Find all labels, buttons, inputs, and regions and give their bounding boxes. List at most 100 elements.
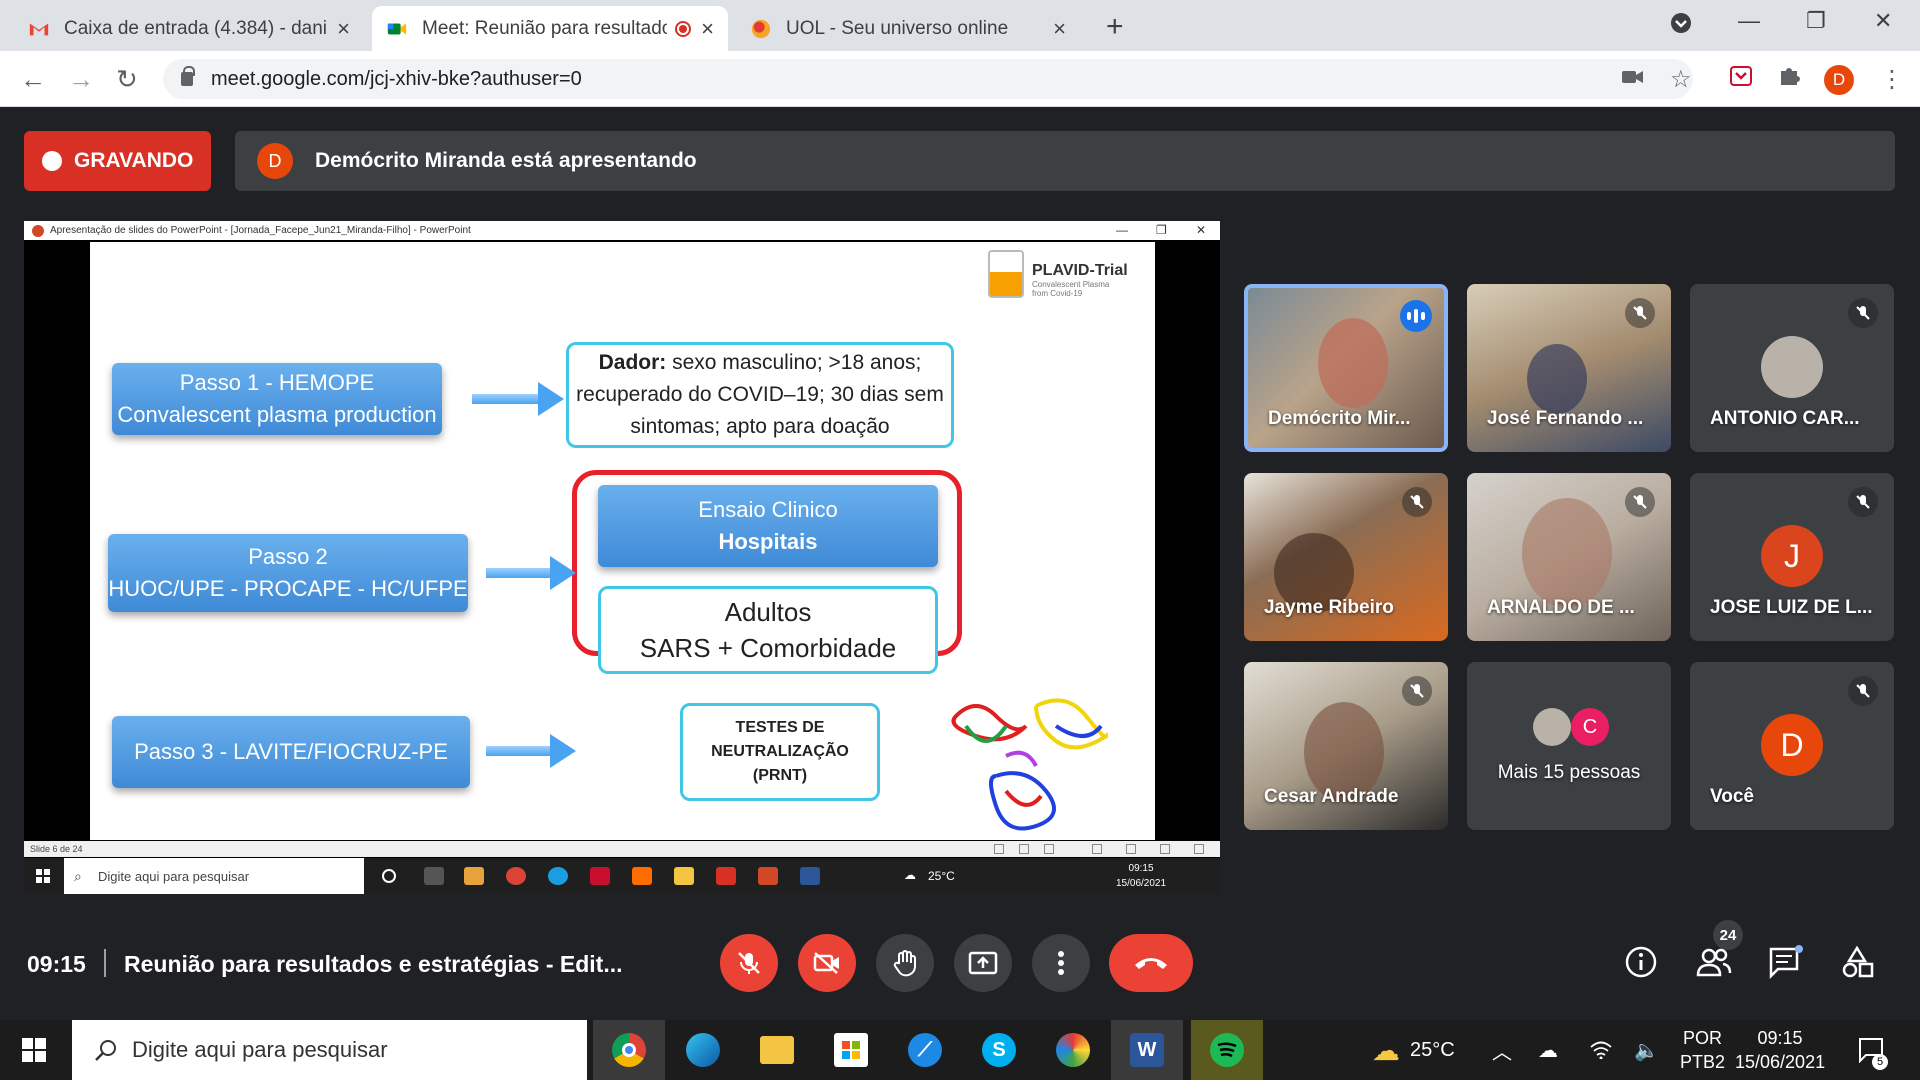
leave-call-button[interactable] — [1109, 934, 1193, 992]
weather-icon: ☁ — [1372, 1034, 1400, 1066]
taskbar-spotify[interactable] — [1191, 1020, 1263, 1080]
close-tab-icon[interactable]: × — [701, 16, 714, 42]
extension-pocket-icon[interactable] — [1730, 65, 1752, 94]
back-icon[interactable]: ← — [20, 64, 46, 95]
taskbar-store[interactable] — [815, 1020, 887, 1080]
donor-text-3: sintomas; apto para doação — [630, 415, 890, 438]
taskbar-edge[interactable] — [667, 1020, 739, 1080]
camera-in-use-icon[interactable] — [1622, 65, 1644, 93]
recording-button[interactable]: GRAVANDO — [24, 131, 211, 191]
participant-tile[interactable]: José Fernando ... — [1467, 284, 1671, 452]
new-tab-button[interactable]: + — [1106, 10, 1124, 44]
participant-name: ARNALDO DE ... — [1487, 597, 1635, 618]
camera-off-icon — [813, 952, 839, 974]
recording-label: GRAVANDO — [74, 149, 194, 172]
taskbar-skype[interactable]: S — [963, 1020, 1035, 1080]
participant-tile[interactable]: ARNALDO DE ... — [1467, 473, 1671, 641]
taskbar-file-explorer[interactable] — [741, 1020, 813, 1080]
activities-icon[interactable] — [1840, 945, 1874, 984]
meeting-title[interactable]: Reunião para resultados e estratégias - … — [124, 951, 623, 978]
powerpoint-icon — [758, 867, 778, 885]
meeting-clock: 09:15 — [27, 951, 86, 977]
profile-avatar[interactable]: D — [1824, 65, 1854, 95]
participant-video — [1522, 498, 1612, 608]
powerpoint-icon — [32, 225, 44, 237]
extensions-puzzle-icon[interactable] — [1778, 65, 1800, 94]
minimize-icon[interactable]: — — [1738, 8, 1760, 34]
close-window-icon[interactable]: ✕ — [1874, 8, 1892, 34]
wifi-icon[interactable] — [1590, 1020, 1612, 1080]
app-icon — [632, 867, 652, 885]
taskbar-word[interactable]: W — [1111, 1020, 1183, 1080]
more-options-button[interactable] — [1032, 934, 1090, 992]
bookmark-star-icon[interactable]: ☆ — [1670, 65, 1692, 94]
onedrive-icon[interactable]: ☁ — [1538, 1020, 1558, 1080]
restore-icon[interactable]: ❐ — [1806, 8, 1826, 34]
tab-search-icon[interactable] — [1670, 12, 1692, 40]
present-button[interactable] — [954, 934, 1012, 992]
more-participants-tile[interactable]: C Mais 15 pessoas — [1467, 662, 1671, 830]
windows-start-icon[interactable] — [22, 1038, 46, 1062]
participant-tile[interactable]: Cesar Andrade — [1244, 662, 1448, 830]
shield-icon — [590, 867, 610, 885]
tab-title: UOL - Seu universo online — [786, 17, 1009, 39]
participant-tile[interactable]: Demócrito Mir... — [1244, 284, 1448, 452]
shared-clock: 09:15 15/06/2021 — [1116, 861, 1166, 891]
self-tile[interactable]: D Você — [1690, 662, 1894, 830]
mic-off-icon — [1848, 487, 1878, 517]
taskbar-clock[interactable]: 09:15 15/06/2021 — [1735, 1026, 1825, 1074]
camera-button[interactable] — [798, 934, 856, 992]
search-icon — [95, 1040, 116, 1061]
people-icon[interactable] — [1696, 945, 1732, 984]
mic-off-icon — [1625, 298, 1655, 328]
view-button-icon — [1194, 844, 1204, 854]
logo-subtitle-1: Convalescent Plasma — [1032, 280, 1110, 289]
taskbar-search-box[interactable]: Digite aqui para pesquisar — [72, 1020, 587, 1080]
chrome-menu-icon[interactable]: ⋮ — [1880, 65, 1904, 94]
participant-avatar — [1533, 708, 1571, 746]
step1-line1: Passo 1 - HEMOPE — [179, 370, 375, 395]
tab-meet[interactable]: Meet: Reunião para resultado × — [372, 6, 728, 51]
close-tab-icon[interactable]: × — [337, 16, 350, 42]
arrow-right-icon — [486, 734, 576, 768]
recording-indicator-icon — [675, 20, 692, 37]
participant-tile[interactable]: Jayme Ribeiro — [1244, 473, 1448, 641]
participant-name: JOSE LUIZ DE L... — [1710, 597, 1873, 618]
participant-tile[interactable]: ANTONIO CAR... — [1690, 284, 1894, 452]
tab-gmail[interactable]: Caixa de entrada (4.384) - daniel × — [14, 6, 364, 51]
tray-overflow-icon[interactable]: ︿ — [1492, 1020, 1512, 1080]
notifications-icon[interactable]: 5 — [1858, 1020, 1888, 1080]
chat-icon[interactable] — [1768, 945, 1804, 984]
taskbar-app[interactable]: ⟋ — [889, 1020, 961, 1080]
plasma-bag-icon — [988, 250, 1024, 298]
participant-tile[interactable]: J JOSE LUIZ DE L... — [1690, 473, 1894, 641]
lock-icon — [181, 66, 195, 86]
shared-search-text: Digite aqui para pesquisar — [98, 868, 250, 884]
tests-line1: TESTES DE — [735, 719, 825, 736]
meeting-details-icon[interactable] — [1624, 945, 1658, 984]
shared-screen[interactable]: Apresentação de slides do PowerPoint - [… — [24, 221, 1220, 894]
volume-icon[interactable]: 🔈 — [1634, 1020, 1659, 1080]
record-dot-icon — [42, 151, 62, 171]
taskbar-paint[interactable] — [1037, 1020, 1109, 1080]
windows-taskbar: Digite aqui para pesquisar ⟋ S W ☁ 25°C … — [0, 1020, 1920, 1080]
tab-uol[interactable]: UOL - Seu universo online × — [736, 6, 1080, 51]
taskbar-chrome[interactable] — [593, 1020, 665, 1080]
end-call-icon — [1135, 958, 1167, 969]
search-icon: ⌕ — [74, 867, 82, 884]
clinical-trial-box: Ensaio Clinico Hospitais — [598, 485, 938, 567]
input-language[interactable]: POR PTB2 — [1680, 1026, 1725, 1074]
ppt-minimize-icon: — — [1116, 223, 1128, 237]
chrome-icon — [506, 867, 526, 885]
address-toolbar: ← → ↻ meet.google.com/jcj-xhiv-bke?authu… — [0, 51, 1920, 107]
weather-widget[interactable]: ☁ 25°C — [1372, 1020, 1455, 1080]
address-bar[interactable]: meet.google.com/jcj-xhiv-bke?authuser=0 — [163, 59, 1693, 99]
participant-avatar: C — [1571, 708, 1609, 746]
inner-temperature: 25°C — [928, 869, 955, 883]
temperature: 25°C — [1410, 1038, 1455, 1061]
reload-icon[interactable]: ↻ — [116, 64, 138, 95]
raise-hand-button[interactable] — [876, 934, 934, 992]
close-tab-icon[interactable]: × — [1053, 16, 1066, 42]
forward-icon[interactable]: → — [68, 64, 94, 95]
microphone-button[interactable] — [720, 934, 778, 992]
